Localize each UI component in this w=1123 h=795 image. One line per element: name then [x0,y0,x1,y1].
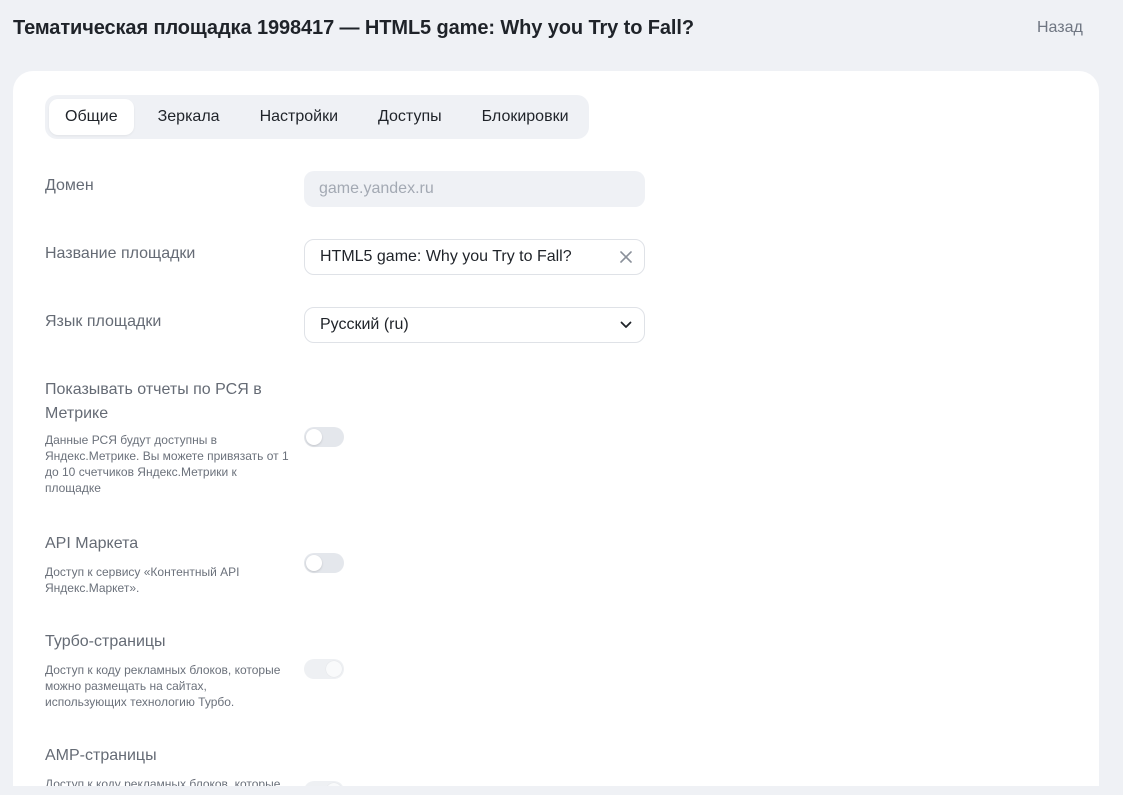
market-api-row: API Маркета Доступ к сервису «Контентный… [45,532,665,596]
site-name-input[interactable]: HTML5 game: Why you Try to Fall? [304,239,645,275]
page: Тематическая площадка 1998417 — HTML5 ga… [0,0,1123,795]
domain-row: Домен game.yandex.ru [45,171,665,207]
toggle-knob [326,661,342,677]
turbo-description: Доступ к коду рекламных блоков, которые … [45,663,281,709]
language-row: Язык площадки Русский (ru) [45,307,665,343]
language-value: Русский (ru) [320,316,409,333]
domain-label: Домен [45,177,94,194]
tab-access[interactable]: Доступы [362,99,458,135]
rsya-metrika-toggle[interactable] [304,427,344,447]
market-api-toggle[interactable] [304,553,344,573]
rsya-metrika-label: Показывать отчеты по РСЯ в Метрике [45,381,262,422]
tab-general[interactable]: Общие [49,99,134,135]
amp-label: AMP-страницы [45,747,157,764]
chevron-down-icon [618,317,634,333]
site-name-label: Название площадки [45,245,196,262]
market-api-label: API Маркета [45,535,139,552]
rsya-metrika-description: Данные РСЯ будут доступны в Яндекс.Метри… [45,433,289,495]
page-title: Тематическая площадка 1998417 — HTML5 ga… [13,17,694,39]
turbo-row: Турбо-страницы Доступ к коду рекламных б… [45,630,665,710]
toggle-knob [306,429,322,445]
back-link[interactable]: Назад [1037,19,1083,37]
site-name-value: HTML5 game: Why you Try to Fall? [320,248,572,265]
tab-mirrors[interactable]: Зеркала [142,99,236,135]
settings-card: Общие Зеркала Настройки Доступы Блокиров… [13,71,1099,795]
tab-settings[interactable]: Настройки [244,99,354,135]
language-label: Язык площадки [45,313,162,330]
domain-field: game.yandex.ru [304,171,645,207]
market-api-description: Доступ к сервису «Контентный API Яндекс.… [45,565,240,595]
amp-row: AMP-страницы Доступ к коду рекламных бло… [45,744,665,795]
turbo-label: Турбо-страницы [45,633,166,650]
toggle-knob [306,555,322,571]
site-name-row: Название площадки HTML5 game: Why you Tr… [45,239,665,275]
tab-bar: Общие Зеркала Настройки Доступы Блокиров… [45,95,589,139]
language-select[interactable]: Русский (ru) [304,307,645,343]
close-icon[interactable] [618,249,634,265]
turbo-toggle [304,659,344,679]
domain-value: game.yandex.ru [319,180,434,197]
page-bottom-edge [0,786,1123,795]
tab-blocks[interactable]: Блокировки [466,99,585,135]
rsya-metrika-row: Показывать отчеты по РСЯ в Метрике Данны… [45,378,665,496]
